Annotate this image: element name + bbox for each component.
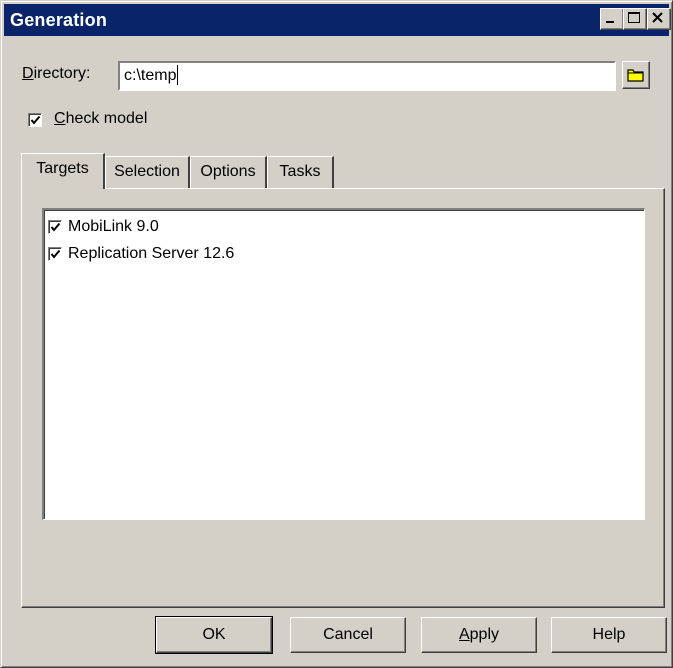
minimize-button[interactable] [600,8,624,30]
target-checkbox-mobilink[interactable] [48,220,62,234]
folder-icon [627,69,644,82]
tab-options[interactable]: Options [190,156,267,188]
tab-targets[interactable]: Targets [21,153,105,189]
browse-directory-button[interactable] [622,61,650,89]
close-button[interactable] [647,8,671,30]
maximize-button[interactable] [623,8,647,30]
close-icon [652,12,663,23]
directory-input[interactable] [118,61,616,91]
ok-button[interactable]: OK [155,616,273,654]
check-model-label[interactable]: Check model [54,110,147,128]
generation-dialog: Generation Directory: Ch [0,0,673,668]
check-model-checkbox[interactable] [28,113,42,127]
checkmark-icon [30,115,41,125]
tab-tasks[interactable]: Tasks [267,156,334,188]
cancel-button[interactable]: Cancel [290,617,406,653]
checkmark-icon [50,222,61,232]
title-bar[interactable]: Generation [4,4,671,36]
help-button[interactable]: Help [551,617,667,653]
target-label: Replication Server 12.6 [68,245,235,262]
window-title: Generation [10,10,108,30]
target-label: MobiLink 9.0 [68,218,159,235]
apply-button[interactable]: Apply [421,617,537,653]
checkmark-icon [50,249,61,259]
targets-list[interactable]: MobiLink 9.0 Replication Server 12.6 [42,208,645,520]
maximize-icon [628,12,640,23]
text-caret [177,65,178,85]
minimize-icon [606,21,614,23]
target-checkbox-replication-server[interactable] [48,247,62,261]
tab-selection[interactable]: Selection [105,156,190,188]
directory-label: Directory: [22,65,91,82]
